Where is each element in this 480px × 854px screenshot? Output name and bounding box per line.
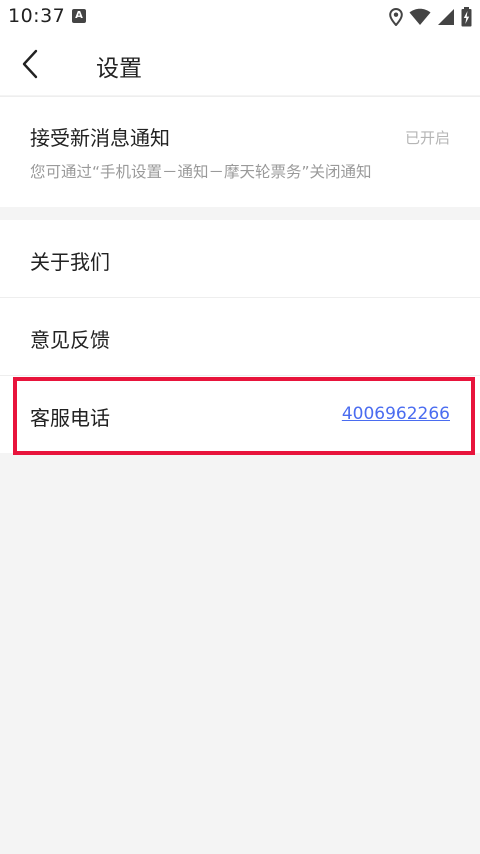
notification-title: 接受新消息通知: [30, 126, 170, 150]
app-bar: 设置: [0, 33, 480, 95]
location-icon: [389, 8, 403, 26]
menu-item-feedback[interactable]: 意见反馈: [0, 298, 480, 376]
menu-item-label: 关于我们: [30, 250, 110, 274]
menu-group: 关于我们 意见反馈 客服电话 4006962266: [0, 220, 480, 453]
status-icons: [389, 6, 472, 28]
wifi-icon: [409, 8, 431, 25]
menu-item-label: 客服电话: [30, 406, 110, 430]
signal-icon: [438, 9, 454, 25]
notification-status: 已开启: [404, 129, 450, 147]
status-bar: 10:37 A: [0, 0, 480, 33]
phone-number-link[interactable]: 4006962266: [342, 404, 450, 424]
menu-item-about-us[interactable]: 关于我们: [0, 220, 480, 298]
divider: [0, 96, 480, 97]
notification-description: 您可通过“手机设置－通知－摩天轮票务”关闭通知: [30, 163, 372, 181]
menu-item-label: 意见反馈: [30, 328, 110, 352]
page-title: 设置: [96, 56, 142, 82]
battery-charging-icon: [461, 7, 472, 27]
menu-item-customer-service-phone[interactable]: 客服电话 4006962266: [0, 376, 480, 453]
notification-setting[interactable]: 接受新消息通知 已开启 您可通过“手机设置－通知－摩天轮票务”关闭通知: [0, 96, 480, 207]
back-button[interactable]: [10, 43, 50, 85]
status-time: 10:37: [8, 5, 66, 27]
a-icon: A: [72, 9, 86, 23]
chevron-left-icon: [22, 49, 38, 79]
